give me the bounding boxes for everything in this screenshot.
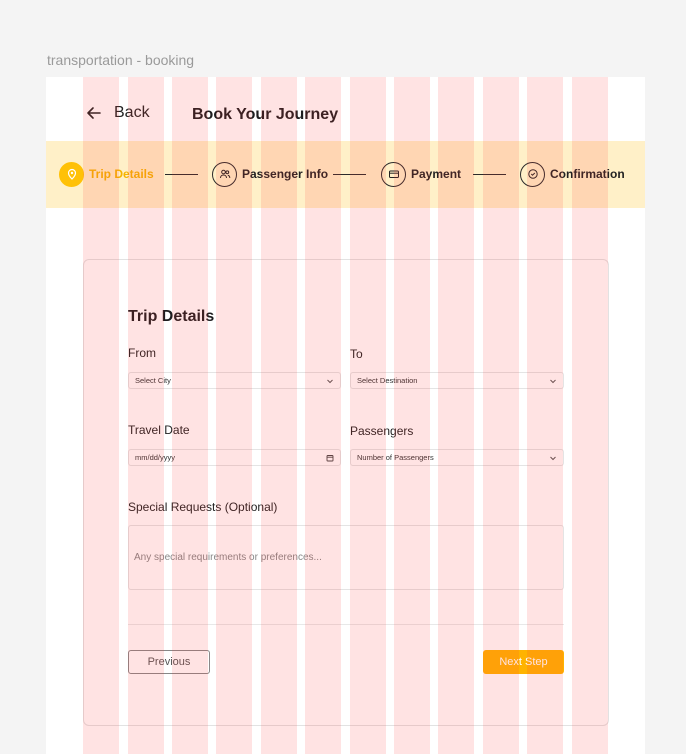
booking-frame: Back Book Your Journey Trip Details Pass…	[46, 77, 645, 754]
travel-date-input[interactable]: mm/dd/yyyy	[128, 449, 341, 466]
passengers-placeholder: Number of Passengers	[357, 453, 434, 462]
passengers-label: Passengers	[350, 424, 414, 438]
step-label: Payment	[411, 167, 462, 181]
credit-card-icon	[381, 161, 406, 187]
progress-stepper: Trip Details Passenger Info Payment Conf…	[46, 141, 645, 208]
back-button[interactable]: Back	[86, 104, 150, 122]
chevron-down-icon	[327, 379, 333, 383]
step-connector	[165, 174, 198, 175]
form-title: Trip Details	[128, 308, 215, 325]
step-confirmation[interactable]: Confirmation	[520, 161, 625, 187]
page-title: Book Your Journey	[192, 106, 339, 123]
from-select[interactable]: Select City	[128, 372, 341, 389]
from-label: From	[128, 346, 156, 360]
passengers-select[interactable]: Number of Passengers	[350, 449, 564, 466]
to-select[interactable]: Select Destination	[350, 372, 564, 389]
trip-details-card: Trip Details From Select City To Select …	[83, 259, 609, 726]
from-placeholder: Select City	[135, 376, 171, 385]
arrow-left-icon	[87, 107, 101, 119]
back-label: Back	[114, 104, 150, 121]
step-connector	[473, 174, 506, 175]
users-icon	[212, 161, 237, 187]
special-requests-label: Special Requests (Optional)	[128, 500, 278, 514]
form-divider	[128, 624, 564, 625]
step-passenger-info[interactable]: Passenger Info	[212, 161, 328, 187]
step-label: Confirmation	[550, 167, 625, 181]
calendar-icon	[326, 454, 334, 461]
step-payment[interactable]: Payment	[381, 161, 461, 187]
to-label: To	[350, 347, 363, 361]
step-connector	[333, 174, 366, 175]
check-circle-icon	[520, 161, 545, 187]
step-trip-details[interactable]: Trip Details	[59, 161, 154, 187]
page-header: Back Book Your Journey	[46, 77, 645, 141]
map-pin-icon	[59, 161, 84, 187]
special-requests-textarea[interactable]: Any special requirements or preferences.…	[128, 525, 564, 590]
step-label: Trip Details	[89, 167, 154, 181]
chevron-down-icon	[550, 379, 556, 383]
canvas-frame-label: transportation - booking	[47, 52, 195, 68]
next-step-button[interactable]: Next Step	[483, 650, 564, 674]
step-label: Passenger Info	[242, 167, 329, 181]
to-placeholder: Select Destination	[357, 376, 418, 385]
travel-date-placeholder: mm/dd/yyyy	[135, 453, 176, 462]
chevron-down-icon	[550, 456, 556, 460]
previous-button[interactable]: Previous	[128, 650, 210, 674]
travel-date-label: Travel Date	[128, 423, 190, 437]
